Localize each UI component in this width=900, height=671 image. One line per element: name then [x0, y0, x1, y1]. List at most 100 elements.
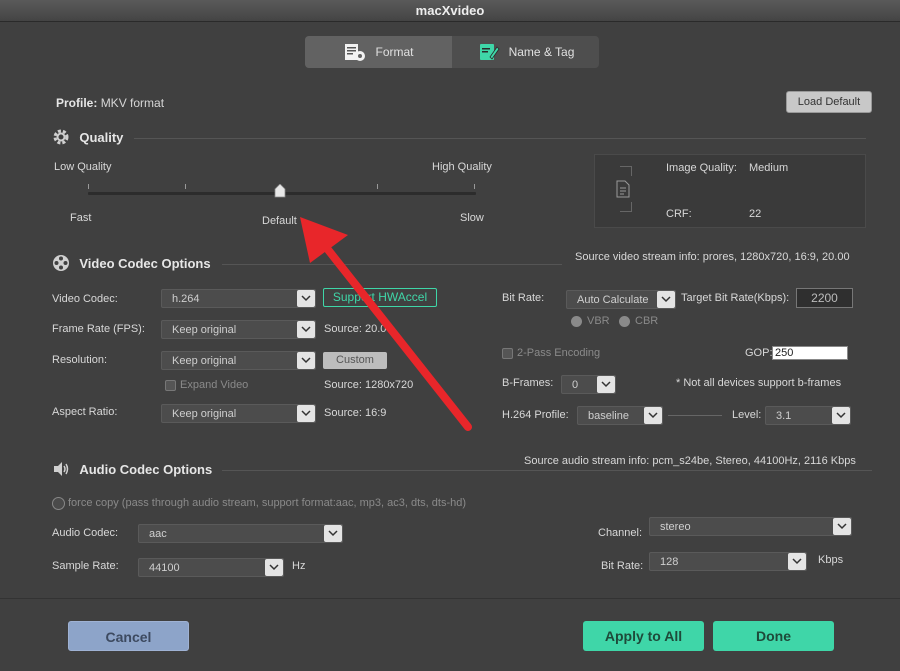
film-reel-icon	[53, 255, 69, 271]
low-quality-label: Low Quality	[54, 161, 112, 173]
audio-bit-rate-label: Bit Rate:	[601, 560, 644, 572]
apply-to-all-button[interactable]: Apply to All	[583, 621, 704, 651]
bit-rate-select[interactable]: Auto Calculate	[566, 290, 676, 309]
chevron-down-icon	[833, 518, 851, 535]
profile-level-divider	[668, 415, 722, 416]
sample-rate-select[interactable]: 44100	[138, 558, 284, 577]
chevron-down-icon	[324, 525, 342, 542]
two-pass-checkbox[interactable]	[502, 348, 513, 359]
chevron-down-icon	[265, 559, 283, 576]
chevron-down-icon	[644, 407, 662, 424]
sample-rate-value: 44100	[149, 562, 180, 574]
audio-header: Audio Codec Options	[52, 460, 212, 478]
gop-label: GOP:	[745, 347, 773, 359]
bracket-bottom	[620, 202, 632, 212]
audio-codec-label: Audio Codec:	[52, 527, 119, 539]
bit-rate-value: Auto Calculate	[577, 294, 649, 306]
b-frames-note: * Not all devices support b-frames	[676, 377, 842, 389]
h264-profile-value: baseline	[588, 410, 629, 422]
chevron-down-icon	[657, 291, 675, 308]
target-bitrate-input[interactable]: 2200	[796, 288, 853, 308]
annotation-arrow	[300, 217, 472, 431]
format-settings-icon	[345, 44, 366, 61]
profile-value: MKV format	[100, 96, 165, 110]
tab-name-tag-label: Name & Tag	[508, 45, 575, 59]
audio-codec-select[interactable]: aac	[138, 524, 343, 543]
high-quality-label: High Quality	[432, 161, 492, 173]
bit-rate-label: Bit Rate:	[502, 292, 545, 304]
window-title: macXvideo	[415, 3, 485, 18]
crf-label: CRF:	[666, 208, 692, 220]
level-value: 3.1	[776, 410, 792, 422]
tab-format[interactable]: Format	[305, 36, 452, 68]
force-copy-label: force copy (pass through audio stream, s…	[68, 497, 467, 509]
fast-label: Fast	[70, 212, 92, 224]
quality-slider-thumb[interactable]	[274, 184, 286, 198]
audio-bit-rate-select[interactable]: 128	[649, 552, 807, 571]
frame-rate-value: Keep original	[172, 324, 237, 336]
cbr-radio[interactable]	[619, 316, 630, 327]
slider-tick	[185, 184, 186, 189]
aspect-ratio-label: Aspect Ratio:	[52, 406, 118, 418]
force-copy-checkbox[interactable]	[52, 497, 65, 510]
tab-bar: Format Name & Tag	[305, 36, 599, 68]
vbr-radio[interactable]	[571, 316, 582, 327]
resolution-value: Keep original	[172, 355, 237, 367]
h264-profile-select[interactable]: baseline	[577, 406, 663, 425]
level-select[interactable]: 3.1	[765, 406, 851, 425]
vbr-label: VBR	[587, 315, 610, 327]
audio-source-info: Source audio stream info: pcm_s24be, Ste…	[524, 455, 856, 467]
chevron-down-icon	[597, 376, 615, 393]
video-source-info: Source video stream info: prores, 1280x7…	[575, 251, 850, 263]
channel-value: stereo	[660, 521, 691, 533]
quality-divider	[134, 138, 866, 139]
frame-rate-label: Frame Rate (FPS):	[52, 323, 145, 335]
quality-title: Quality	[79, 129, 124, 145]
audio-bit-rate-value: 128	[660, 556, 679, 568]
sample-rate-label: Sample Rate:	[52, 560, 119, 572]
video-codec-label: Video Codec:	[52, 293, 118, 305]
tab-name-tag[interactable]: Name & Tag	[452, 36, 599, 68]
aspect-ratio-value: Keep original	[172, 408, 237, 420]
image-quality-label: Image Quality:	[666, 162, 737, 174]
gop-input[interactable]: 250	[772, 346, 848, 360]
b-frames-label: B-Frames:	[502, 377, 554, 389]
chevron-down-icon	[832, 407, 850, 424]
slider-tick	[474, 184, 475, 189]
level-label: Level:	[732, 409, 762, 421]
h264-profile-label: H.264 Profile:	[502, 409, 569, 421]
window-titlebar: macXvideo	[0, 0, 900, 22]
done-button[interactable]: Done	[713, 621, 834, 651]
video-title: Video Codec Options	[79, 255, 211, 271]
cbr-label: CBR	[635, 315, 659, 327]
speaker-icon	[54, 462, 69, 476]
video-header: Video Codec Options	[52, 254, 211, 272]
load-default-button[interactable]: Load Default	[786, 91, 872, 113]
image-quality-value: Medium	[749, 162, 789, 174]
edit-tag-icon	[479, 44, 500, 60]
quality-header: Quality	[52, 128, 123, 146]
resolution-label: Resolution:	[52, 354, 108, 366]
kbps-label: Kbps	[818, 554, 844, 566]
profile-row: Profile: MKV format	[56, 96, 164, 110]
expand-video-label: Expand Video	[180, 379, 249, 391]
expand-video-checkbox[interactable]	[165, 380, 176, 391]
slider-tick	[88, 184, 89, 189]
audio-divider	[222, 470, 872, 471]
channel-select[interactable]: stereo	[649, 517, 852, 536]
bracket-top	[620, 166, 632, 176]
cancel-button[interactable]: Cancel	[68, 621, 189, 651]
chevron-down-icon	[788, 553, 806, 570]
document-icon	[616, 180, 630, 198]
audio-title: Audio Codec Options	[79, 461, 213, 477]
footer-divider	[0, 598, 900, 599]
crf-value: 22	[749, 208, 762, 220]
hz-label: Hz	[292, 560, 306, 572]
audio-codec-value: aac	[149, 528, 167, 540]
target-bitrate-label: Target Bit Rate(Kbps):	[681, 292, 790, 304]
profile-label: Profile:	[56, 96, 98, 110]
b-frames-value: 0	[572, 379, 579, 391]
b-frames-select[interactable]: 0	[561, 375, 616, 394]
video-codec-value: h.264	[172, 293, 200, 305]
tab-format-label: Format	[375, 45, 414, 59]
